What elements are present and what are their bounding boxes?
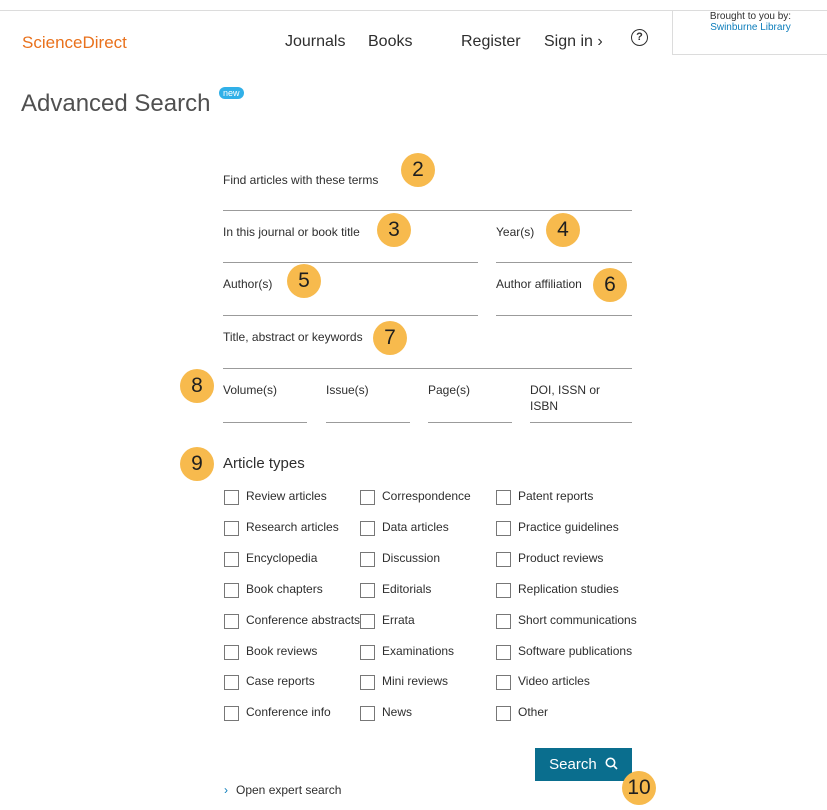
article-type-checkbox[interactable] bbox=[496, 675, 511, 690]
doi-label-line2: ISBN bbox=[530, 399, 559, 413]
journal-label: In this journal or book title bbox=[223, 225, 360, 239]
article-types-title: Article types bbox=[223, 455, 305, 472]
article-type-label[interactable]: Encyclopedia bbox=[246, 551, 317, 565]
article-type-checkbox[interactable] bbox=[360, 675, 375, 690]
article-type-label[interactable]: Software publications bbox=[518, 644, 632, 658]
nav-register[interactable]: Register bbox=[461, 33, 521, 51]
affiliation-label: Author affiliation bbox=[496, 277, 582, 291]
article-type-checkbox[interactable] bbox=[496, 552, 511, 567]
nav-journals[interactable]: Journals bbox=[285, 33, 345, 51]
article-type-label[interactable]: Case reports bbox=[246, 674, 315, 688]
annotation-badge-8: 8 bbox=[180, 369, 214, 403]
article-type-checkbox[interactable] bbox=[496, 614, 511, 629]
article-type-checkbox[interactable] bbox=[224, 675, 239, 690]
article-type-checkbox[interactable] bbox=[360, 645, 375, 660]
article-type-checkbox[interactable] bbox=[224, 645, 239, 660]
article-type-label[interactable]: Review articles bbox=[246, 489, 327, 503]
title-keywords-label: Title, abstract or keywords bbox=[223, 330, 363, 344]
article-type-checkbox[interactable] bbox=[360, 490, 375, 505]
article-type-label[interactable]: Conference abstracts bbox=[246, 613, 360, 627]
article-type-label[interactable]: Errata bbox=[382, 613, 415, 627]
year-label: Year(s) bbox=[496, 225, 535, 239]
article-type-checkbox[interactable] bbox=[496, 706, 511, 721]
nav-books[interactable]: Books bbox=[368, 33, 412, 51]
article-type-checkbox[interactable] bbox=[224, 583, 239, 598]
article-type-label[interactable]: Editorials bbox=[382, 582, 431, 596]
article-type-label[interactable]: Correspondence bbox=[382, 489, 471, 503]
article-type-checkbox[interactable] bbox=[360, 521, 375, 536]
article-type-label[interactable]: Video articles bbox=[518, 674, 590, 688]
article-type-label[interactable]: Replication studies bbox=[518, 582, 619, 596]
brought-by-label: Brought to you by: bbox=[709, 11, 792, 22]
author-label: Author(s) bbox=[223, 277, 273, 291]
article-type-checkbox[interactable] bbox=[496, 521, 511, 536]
article-type-label[interactable]: Patent reports bbox=[518, 489, 593, 503]
institution-box: Brought to you by: Swinburne Library bbox=[672, 10, 827, 55]
expert-search-link[interactable]: › Open expert search bbox=[224, 783, 341, 797]
issue-label: Issue(s) bbox=[326, 383, 369, 397]
annotation-badge-7: 7 bbox=[373, 321, 407, 355]
article-type-checkbox[interactable] bbox=[224, 490, 239, 505]
annotation-badge-3: 3 bbox=[377, 213, 411, 247]
article-type-label[interactable]: Data articles bbox=[382, 520, 449, 534]
article-type-label[interactable]: Practice guidelines bbox=[518, 520, 619, 534]
article-type-checkbox[interactable] bbox=[224, 521, 239, 536]
article-type-label[interactable]: Product reviews bbox=[518, 551, 603, 565]
annotation-badge-6: 6 bbox=[593, 268, 627, 302]
annotation-badge-4: 4 bbox=[546, 213, 580, 247]
help-icon[interactable]: ? bbox=[631, 29, 648, 46]
article-type-checkbox[interactable] bbox=[360, 706, 375, 721]
chevron-right-icon: › bbox=[224, 783, 228, 797]
search-icon bbox=[605, 757, 618, 770]
nav-sign-in[interactable]: Sign in › bbox=[544, 33, 603, 51]
article-type-checkbox[interactable] bbox=[496, 490, 511, 505]
annotation-badge-10: 10 bbox=[622, 771, 656, 805]
article-type-checkbox[interactable] bbox=[496, 645, 511, 660]
article-type-label[interactable]: Mini reviews bbox=[382, 674, 448, 688]
institution-link[interactable]: Swinburne Library bbox=[673, 22, 827, 33]
article-type-label[interactable]: News bbox=[382, 705, 412, 719]
doi-label-line1: DOI, ISSN or bbox=[530, 383, 601, 397]
article-type-label[interactable]: Short communications bbox=[518, 613, 637, 627]
article-type-checkbox[interactable] bbox=[360, 583, 375, 598]
annotation-badge-5: 5 bbox=[287, 264, 321, 298]
annotation-badge-9: 9 bbox=[180, 447, 214, 481]
annotation-badge-2: 2 bbox=[401, 153, 435, 187]
article-type-checkbox[interactable] bbox=[360, 552, 375, 567]
expert-search-label: Open expert search bbox=[236, 783, 342, 797]
article-type-label[interactable]: Discussion bbox=[382, 551, 440, 565]
article-type-label[interactable]: Book chapters bbox=[246, 582, 323, 596]
search-button[interactable]: Search bbox=[535, 748, 632, 781]
page-label: Page(s) bbox=[428, 383, 471, 397]
article-type-label[interactable]: Conference info bbox=[246, 705, 331, 719]
article-type-checkbox[interactable] bbox=[224, 552, 239, 567]
new-badge: new bbox=[219, 87, 244, 99]
article-type-checkbox[interactable] bbox=[224, 614, 239, 629]
article-type-label[interactable]: Other bbox=[518, 705, 548, 719]
search-button-label: Search bbox=[549, 756, 597, 773]
article-type-label[interactable]: Research articles bbox=[246, 520, 339, 534]
article-type-checkbox[interactable] bbox=[224, 706, 239, 721]
page-title: Advanced Search bbox=[21, 90, 211, 117]
article-type-checkbox[interactable] bbox=[496, 583, 511, 598]
article-type-label[interactable]: Examinations bbox=[382, 644, 454, 658]
sciencedirect-logo[interactable]: ScienceDirect bbox=[22, 33, 127, 53]
article-type-label[interactable]: Book reviews bbox=[246, 644, 317, 658]
terms-label: Find articles with these terms bbox=[223, 173, 379, 187]
article-type-checkbox[interactable] bbox=[360, 614, 375, 629]
volume-label: Volume(s) bbox=[223, 383, 278, 397]
